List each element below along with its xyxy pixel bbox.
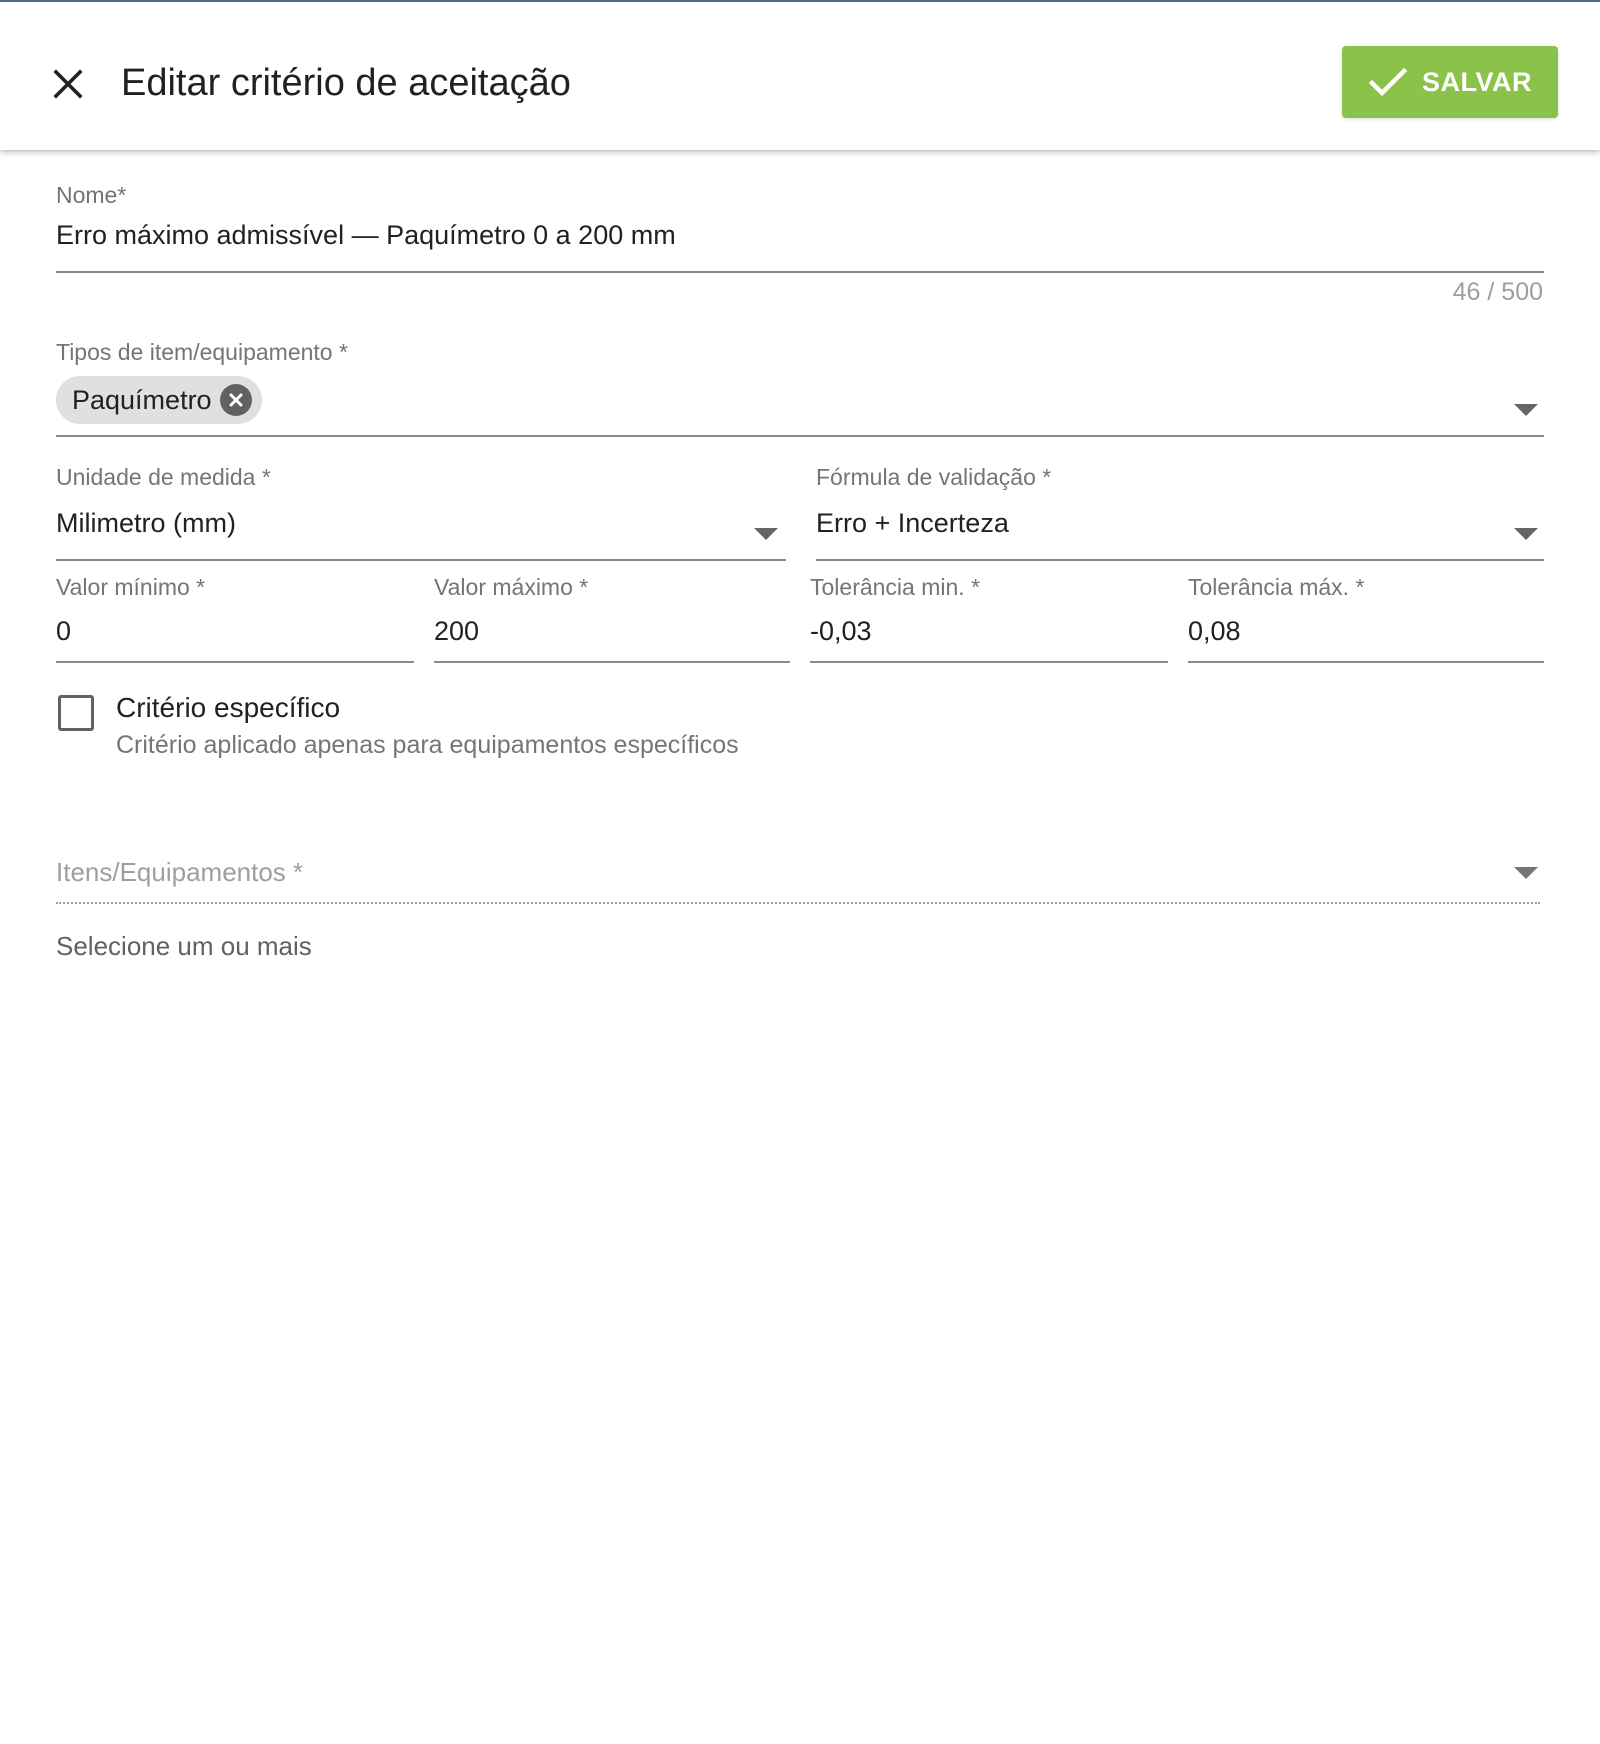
valor-minimo-label: Valor mínimo * xyxy=(56,574,206,600)
nome-char-counter: 46 / 500 xyxy=(1452,278,1543,306)
unidade-select[interactable]: Milimetro (mm) xyxy=(56,508,236,539)
itens-dropdown-arrow-icon[interactable] xyxy=(1514,867,1538,879)
valor-maximo-input[interactable]: 200 xyxy=(434,616,479,647)
itens-dotted-underline xyxy=(56,902,1540,904)
page-title: Editar critério de aceitação xyxy=(121,62,571,104)
criterio-especifico-checkbox[interactable] xyxy=(58,695,94,731)
unidade-label: Unidade de medida * xyxy=(56,464,271,490)
valor-maximo-label: Valor máximo * xyxy=(434,574,589,600)
save-button[interactable]: SALVAR xyxy=(1342,46,1558,118)
formula-dropdown-arrow-icon[interactable] xyxy=(1514,528,1538,540)
dialog-header: Editar critério de aceitação SALVAR xyxy=(0,2,1600,150)
close-icon xyxy=(53,69,83,99)
tolerancia-min-input[interactable]: -0,03 xyxy=(810,616,872,647)
nome-underline xyxy=(56,271,1544,273)
formula-underline xyxy=(816,559,1544,561)
tolerancia-max-input[interactable]: 0,08 xyxy=(1188,616,1241,647)
formula-label: Fórmula de validação * xyxy=(816,464,1052,490)
unidade-underline xyxy=(56,559,786,561)
tolerancia-max-underline xyxy=(1188,661,1544,663)
tolerancia-min-label: Tolerância min. * xyxy=(810,574,981,600)
close-button[interactable] xyxy=(42,58,94,110)
tipos-underline xyxy=(56,435,1544,437)
chip-label: Paquímetro xyxy=(72,384,212,415)
edit-criterion-dialog: Editar critério de aceitação SALVAR Nome… xyxy=(0,0,1600,1744)
formula-select[interactable]: Erro + Incerteza xyxy=(816,508,1009,539)
itens-select[interactable]: Itens/Equipamentos * xyxy=(56,857,303,888)
chip-paquimetro[interactable]: Paquímetro xyxy=(56,376,262,424)
criterio-especifico-hint: Critério aplicado apenas para equipament… xyxy=(116,731,739,759)
valor-minimo-input[interactable]: 0 xyxy=(56,616,71,647)
chip-remove-icon[interactable] xyxy=(219,384,252,416)
nome-input[interactable]: Erro máximo admissível — Paquímetro 0 a … xyxy=(56,220,676,251)
save-button-label: SALVAR xyxy=(1422,66,1532,97)
unidade-dropdown-arrow-icon[interactable] xyxy=(754,528,778,540)
tolerancia-max-label: Tolerância máx. * xyxy=(1188,574,1365,600)
tolerancia-min-underline xyxy=(810,661,1168,663)
check-icon xyxy=(1368,66,1408,98)
tipos-dropdown-arrow-icon[interactable] xyxy=(1514,404,1538,416)
valor-maximo-underline xyxy=(434,661,790,663)
itens-hint: Selecione um ou mais xyxy=(56,931,312,961)
tipos-label: Tipos de item/equipamento * xyxy=(56,339,348,365)
nome-label: Nome* xyxy=(56,182,127,208)
criterio-especifico-label[interactable]: Critério específico xyxy=(116,692,340,724)
valor-minimo-underline xyxy=(56,661,414,663)
